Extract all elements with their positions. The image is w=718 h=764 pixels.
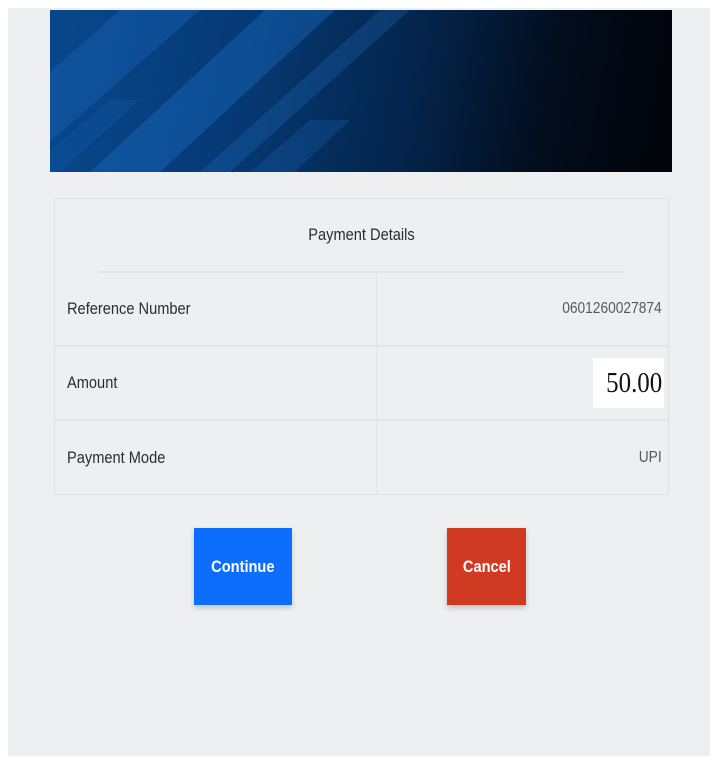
header-banner bbox=[50, 10, 672, 172]
cancel-button-label: Cancel bbox=[462, 556, 511, 576]
payment-mode-value: UPI bbox=[639, 448, 662, 466]
continue-button-label: Continue bbox=[211, 556, 275, 576]
payment-mode-row: Payment Mode UPI bbox=[55, 421, 668, 494]
payment-page: Payment Details Reference Number 0601260… bbox=[8, 8, 710, 756]
continue-button[interactable]: Continue bbox=[194, 528, 292, 605]
amount-value-box: 50.00 bbox=[592, 358, 664, 408]
payment-mode-label: Payment Mode bbox=[67, 447, 166, 467]
reference-number-row: Reference Number 0601260027874 bbox=[55, 273, 668, 347]
reference-number-label: Reference Number bbox=[67, 299, 191, 318]
amount-label: Amount bbox=[67, 373, 118, 392]
amount-value: 50.00 bbox=[605, 366, 662, 399]
payment-details-title: Payment Details bbox=[97, 199, 626, 273]
reference-number-value: 0601260027874 bbox=[562, 300, 662, 317]
amount-row: Amount 50.00 bbox=[55, 347, 668, 421]
payment-details-table: Payment Details Reference Number 0601260… bbox=[54, 198, 669, 495]
banner-stripes bbox=[50, 10, 410, 172]
cancel-button[interactable]: Cancel bbox=[447, 528, 526, 605]
